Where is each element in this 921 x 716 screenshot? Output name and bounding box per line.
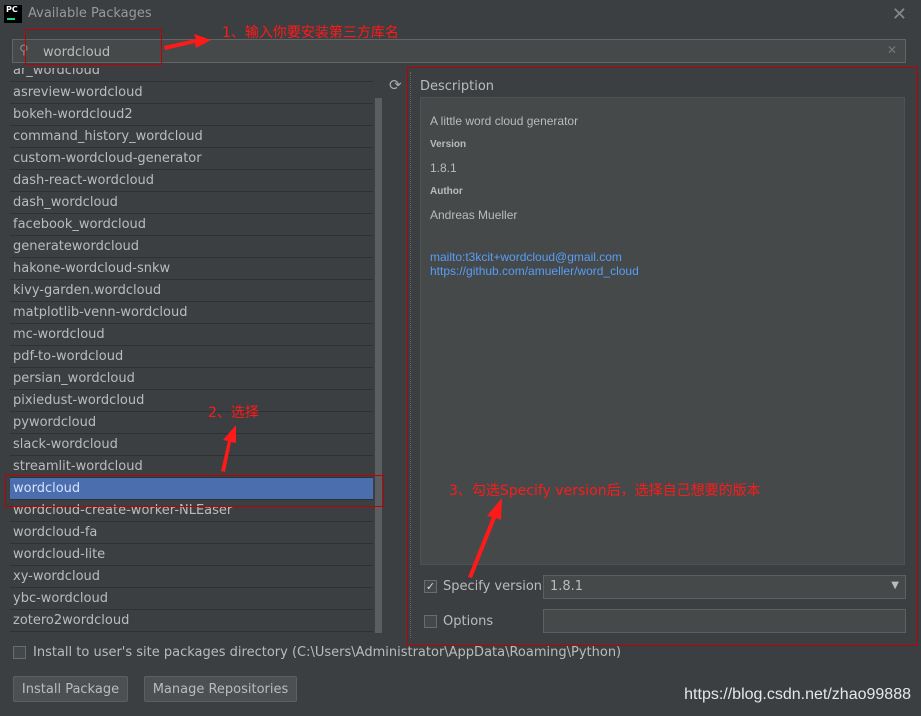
install-package-button[interactable]: Install Package [13, 676, 128, 702]
package-list-scrollbar[interactable] [373, 68, 383, 636]
package-item[interactable]: kivy-garden.wordcloud [10, 280, 383, 302]
window-title: Available Packages [28, 6, 152, 21]
search-highlight-box [25, 29, 162, 65]
package-item[interactable]: matplotlib-venn-wordcloud [10, 302, 383, 324]
package-item[interactable]: xy-wordcloud [10, 566, 383, 588]
pycharm-logo-icon: PC [4, 5, 22, 23]
selection-highlight-box [5, 475, 384, 507]
package-item[interactable]: wordcloud-lite [10, 544, 383, 566]
package-item[interactable]: custom-wordcloud-generator [10, 148, 383, 170]
title-bar: PC Available Packages ✕ [0, 0, 921, 30]
package-item[interactable]: facebook_wordcloud [10, 214, 383, 236]
package-item[interactable]: bokeh-wordcloud2 [10, 104, 383, 126]
package-item[interactable]: hakone-wordcloud-snkw [10, 258, 383, 280]
package-item[interactable]: generatewordcloud [10, 236, 383, 258]
package-item[interactable]: pywordcloud [10, 412, 383, 434]
package-item[interactable]: pixiedust-wordcloud [10, 390, 383, 412]
package-item[interactable]: wordcloud-fa [10, 522, 383, 544]
package-item[interactable]: asreview-wordcloud [10, 82, 383, 104]
scroll-thumb[interactable] [375, 98, 382, 633]
search-input[interactable] [41, 42, 875, 62]
package-item[interactable]: zotero2wordcloud [10, 610, 383, 632]
package-item[interactable]: slack-wordcloud [10, 434, 383, 456]
description-highlight-box [407, 67, 918, 646]
package-item[interactable]: ar_wordcloud [10, 68, 383, 82]
package-item[interactable]: dash-react-wordcloud [10, 170, 383, 192]
manage-repositories-button[interactable]: Manage Repositories [144, 676, 297, 702]
package-item[interactable]: ybc-wordcloud [10, 588, 383, 610]
package-item[interactable]: dash_wordcloud [10, 192, 383, 214]
package-item[interactable]: persian_wordcloud [10, 368, 383, 390]
package-item[interactable]: mc-wordcloud [10, 324, 383, 346]
package-item[interactable]: pdf-to-wordcloud [10, 346, 383, 368]
clear-search-icon[interactable]: ✕ [887, 43, 897, 57]
refresh-icon[interactable]: ⟳ [389, 76, 402, 94]
close-icon[interactable]: ✕ [892, 4, 907, 25]
annotation-step2: 2、选择 [208, 405, 259, 421]
annotation-step1: 1、输入你要安装第三方库名 [222, 25, 399, 41]
watermark: https://blog.csdn.net/zhao99888 [684, 686, 911, 703]
install-user-site-label: Install to user's site packages director… [33, 645, 622, 660]
package-item[interactable]: command_history_wordcloud [10, 126, 383, 148]
package-list[interactable]: ar_wordcloud asreview-wordcloud bokeh-word… [10, 68, 383, 636]
install-user-site-checkbox[interactable] [13, 646, 26, 659]
annotation-step3: 3、勾选Specify version后，选择自己想要的版本 [449, 483, 761, 499]
